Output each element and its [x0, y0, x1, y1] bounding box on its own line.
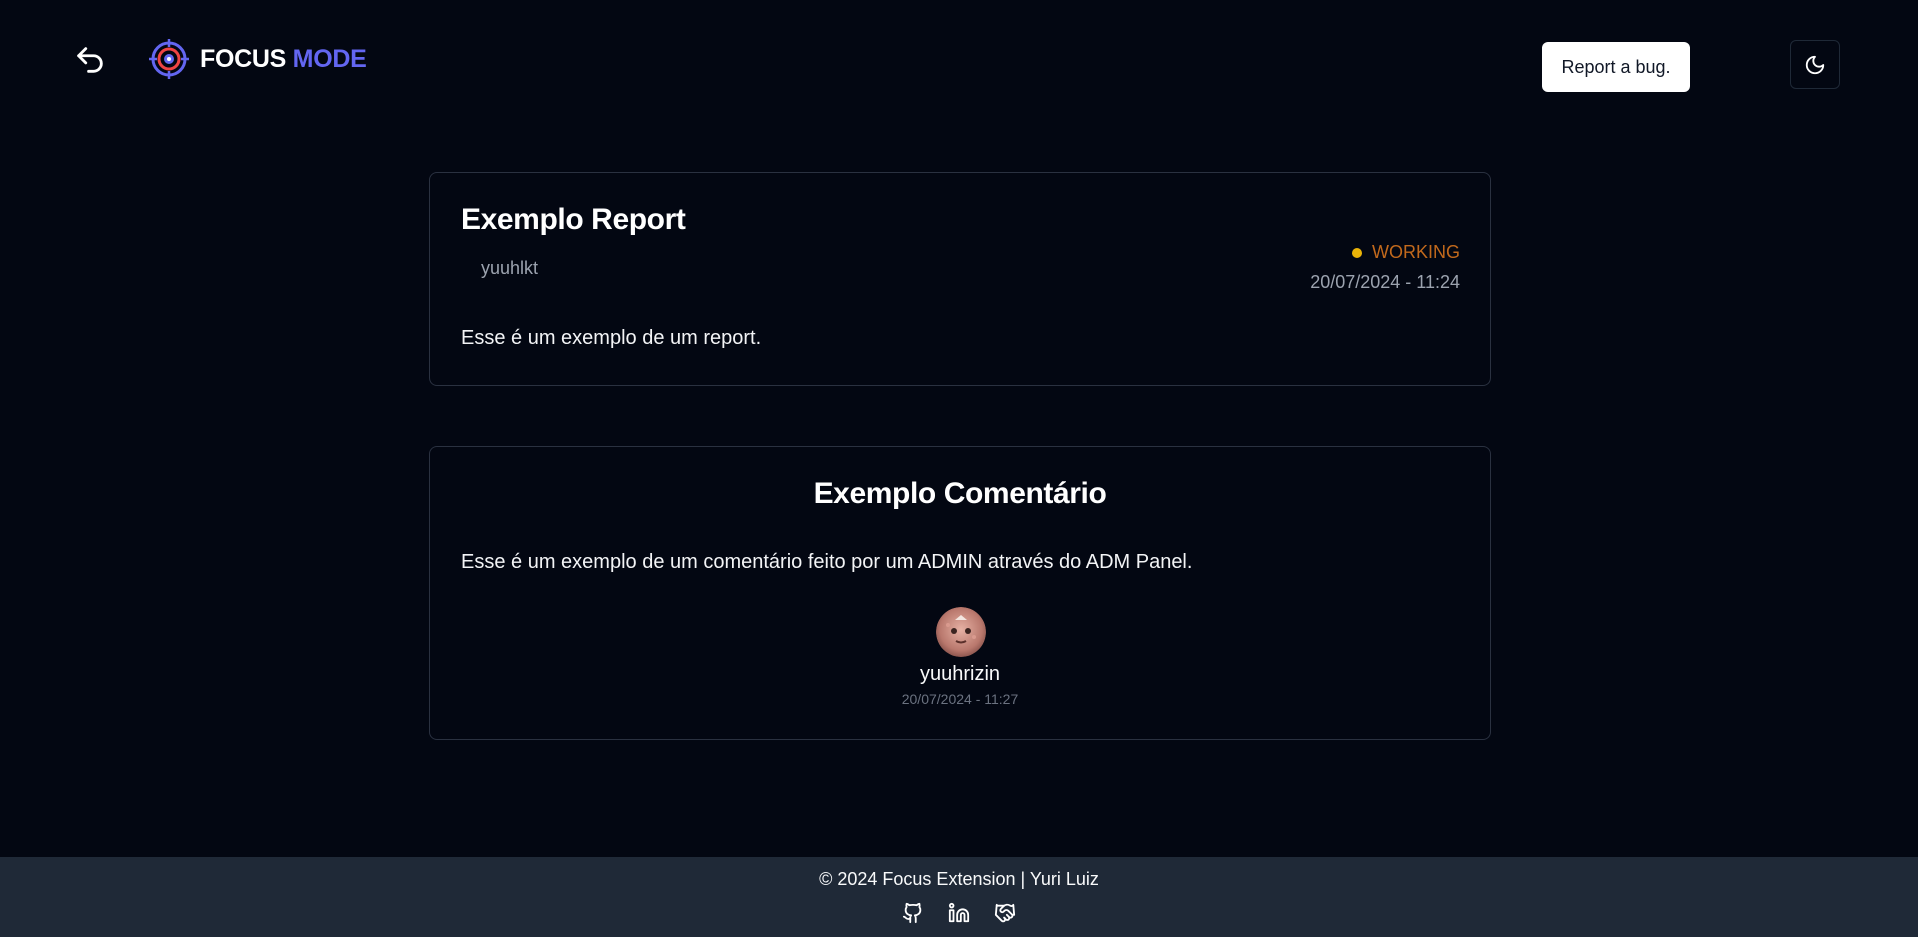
- comment-card: Exemplo Comentário Esse é um exemplo de …: [429, 446, 1491, 740]
- footer-social-links: [0, 901, 1918, 925]
- status-dot-icon: [1352, 247, 1362, 258]
- github-icon[interactable]: [901, 901, 925, 925]
- footer-copyright: © 2024 Focus Extension | Yuri Luiz: [819, 869, 1099, 889]
- logo-text: FOCUS MODE: [200, 44, 367, 74]
- handshake-icon[interactable]: [993, 901, 1017, 925]
- report-date: 20/07/2024 - 11:24: [1310, 272, 1460, 292]
- target-logo-icon: [149, 39, 189, 79]
- logo-word-focus: FOCUS: [200, 44, 287, 73]
- avatar: [936, 607, 986, 657]
- back-button[interactable]: [68, 40, 112, 80]
- moon-icon: [1805, 55, 1825, 74]
- comment-author: yuuhrizin: [919, 663, 1001, 685]
- report-title: Exemplo Report: [461, 203, 686, 236]
- comment-text: Esse é um exemplo de um comentário feito…: [461, 551, 1193, 573]
- comment-date: 20/07/2024 - 11:27: [901, 691, 1019, 707]
- status-badge: WORKING: [1352, 242, 1460, 263]
- logo[interactable]: FOCUS MODE: [148, 38, 367, 80]
- page: FOCUS MODE Report a bug. Exemplo Report …: [0, 0, 1918, 937]
- footer: © 2024 Focus Extension | Yuri Luiz: [0, 857, 1918, 937]
- status-text: WORKING: [1372, 242, 1460, 262]
- undo-arrow-icon: [77, 47, 103, 73]
- report-description: Esse é um exemplo de um report.: [461, 327, 762, 349]
- theme-toggle-button[interactable]: [1790, 40, 1840, 89]
- report-card: Exemplo Report yuuhlkt WORKING 20/07/202…: [429, 172, 1491, 386]
- report-author: yuuhlkt: [481, 258, 539, 278]
- logo-word-mode: MODE: [292, 44, 367, 73]
- comment-title: Exemplo Comentário: [813, 477, 1107, 510]
- report-bug-button[interactable]: Report a bug.: [1542, 42, 1690, 92]
- linkedin-icon[interactable]: [947, 901, 971, 925]
